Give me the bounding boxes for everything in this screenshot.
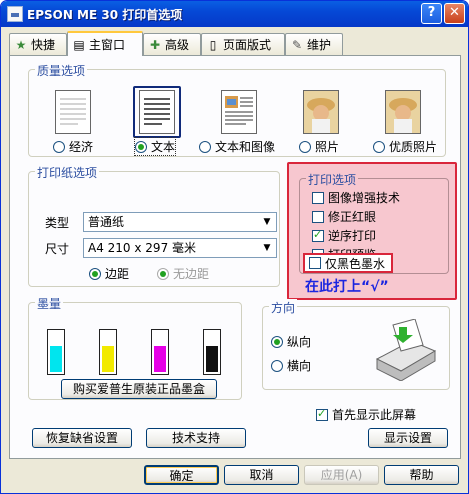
economy-doc-icon bbox=[60, 98, 86, 125]
landscape-radio[interactable]: 横向 bbox=[271, 357, 311, 374]
black-ink-cartridge bbox=[203, 329, 221, 375]
quality-photo-radio[interactable]: 照片 bbox=[299, 138, 339, 155]
ink-fill bbox=[102, 345, 114, 372]
check-reverse-order[interactable] bbox=[312, 228, 324, 242]
ink-levels-group: 墨量 购买爱普生原装正品墨盒 bbox=[28, 295, 242, 400]
printer-icon bbox=[7, 6, 23, 22]
portrait-radio[interactable]: 纵向 bbox=[271, 333, 311, 350]
radio-text[interactable] bbox=[135, 140, 147, 153]
red-eye-checkbox[interactable]: 修正红眼 bbox=[312, 208, 376, 225]
check-show-first[interactable] bbox=[316, 407, 328, 421]
text-icon[interactable] bbox=[133, 86, 181, 138]
display-settings-button[interactable]: 显示设置 bbox=[368, 428, 448, 448]
radio-best-photo[interactable] bbox=[373, 140, 385, 153]
printer-orientation-icon bbox=[375, 319, 437, 381]
photo-icon[interactable] bbox=[299, 88, 343, 136]
text-image-icon[interactable] bbox=[217, 88, 261, 136]
tab-shortcuts[interactable]: ★ 快捷 bbox=[9, 33, 67, 55]
star-icon: ★ bbox=[15, 37, 27, 52]
quality-best-photo-radio[interactable]: 优质照片 bbox=[373, 138, 437, 155]
text-image-doc-icon bbox=[225, 96, 253, 125]
printer-icon: ▤ bbox=[73, 37, 85, 52]
paper-type-label: 类型 bbox=[45, 216, 70, 230]
annotation-text: 在此打上“√” bbox=[305, 279, 389, 295]
ink-levels-title: 墨量 bbox=[35, 295, 64, 312]
reverse-order-checkbox[interactable]: 逆序打印 bbox=[312, 227, 376, 244]
orientation-group: 方向 纵向 横向 bbox=[262, 299, 450, 390]
check-red-eye[interactable] bbox=[312, 210, 324, 223]
quality-economy-radio[interactable]: 经济 bbox=[53, 138, 93, 155]
radio-text-image[interactable] bbox=[199, 140, 211, 153]
radio-economy[interactable] bbox=[53, 140, 65, 153]
close-button[interactable]: ✕ bbox=[444, 3, 465, 24]
radio-borderless[interactable] bbox=[157, 267, 169, 280]
show-first-checkbox[interactable]: 首先显示此屏幕 bbox=[316, 406, 416, 423]
chevron-down-icon: ▼ bbox=[263, 217, 271, 227]
wrench-icon: ✎ bbox=[291, 37, 303, 52]
quality-title: 质量选项 bbox=[35, 62, 88, 79]
print-options-title: 打印选项 bbox=[306, 171, 359, 188]
radio-portrait[interactable] bbox=[271, 335, 283, 348]
tab-main[interactable]: ▤ 主窗口 bbox=[67, 31, 143, 56]
yellow-ink-cartridge bbox=[99, 329, 117, 375]
ink-fill bbox=[206, 345, 218, 372]
best-photo-icon[interactable] bbox=[381, 88, 425, 136]
tech-support-button[interactable]: 技术支持 bbox=[146, 428, 246, 448]
tab-page-layout[interactable]: ▯ 页面版式 bbox=[201, 33, 285, 55]
paper-options-group: 打印纸选项 类型 普通纸 ▼ 尺寸 A4 210 x 297 毫米 ▼ 边距 无边距 bbox=[28, 164, 280, 287]
paper-options-title: 打印纸选项 bbox=[35, 164, 100, 181]
radio-landscape[interactable] bbox=[271, 359, 283, 372]
ink-fill bbox=[154, 345, 166, 372]
settings-icon: ✚ bbox=[149, 37, 161, 52]
quality-text-image-radio[interactable]: 文本和图像 bbox=[199, 138, 275, 155]
check-black-ink-only[interactable] bbox=[309, 257, 321, 269]
cyan-ink-cartridge bbox=[47, 329, 65, 375]
help-button[interactable]: 帮助 bbox=[384, 465, 459, 485]
check-image-enhance[interactable] bbox=[312, 191, 324, 204]
borderless-radio[interactable]: 无边距 bbox=[157, 265, 209, 282]
best-photo-doc-icon bbox=[389, 98, 417, 133]
ink-fill bbox=[50, 345, 62, 372]
tab-maintenance[interactable]: ✎ 维护 bbox=[285, 33, 343, 55]
photo-doc-icon bbox=[307, 98, 335, 133]
printer-preferences-window: EPSON ME 30 打印首选项 ? ✕ ★ 快捷 ▤ 主窗口 ✚ 高级 ▯ 页面版式… bbox=[0, 0, 469, 494]
quality-group: 质量选项 经济 文本 文本和图像 照片 优质照片 bbox=[28, 62, 446, 157]
cancel-button[interactable]: 取消 bbox=[224, 465, 299, 485]
magenta-ink-cartridge bbox=[151, 329, 169, 375]
quality-text-radio[interactable]: 文本 bbox=[133, 137, 177, 156]
chevron-down-icon: ▼ bbox=[263, 243, 271, 253]
image-enhance-checkbox[interactable]: 图像增强技术 bbox=[312, 189, 400, 206]
restore-defaults-button[interactable]: 恢复缺省设置 bbox=[32, 428, 132, 448]
window-title: EPSON ME 30 打印首选项 bbox=[27, 8, 183, 22]
main-tab-panel: 质量选项 经济 文本 文本和图像 照片 优质照片 打印纸选项 类型 普通纸 ▼ … bbox=[9, 55, 461, 459]
help-title-button[interactable]: ? bbox=[421, 3, 442, 24]
border-radio[interactable]: 边距 bbox=[89, 265, 129, 282]
ok-button[interactable]: 确定 bbox=[144, 465, 219, 485]
title-bar: EPSON ME 30 打印首选项 ? ✕ bbox=[1, 1, 468, 27]
buy-ink-button[interactable]: 购买爱普生原装正品墨盒 bbox=[61, 379, 217, 399]
radio-border[interactable] bbox=[89, 267, 101, 280]
radio-photo[interactable] bbox=[299, 140, 311, 153]
black-ink-only-checkbox[interactable]: 仅黑色墨水 bbox=[303, 253, 394, 273]
apply-button[interactable]: 应用(A) bbox=[304, 465, 379, 485]
paper-size-label: 尺寸 bbox=[45, 242, 70, 256]
paper-type-select[interactable]: 普通纸 ▼ bbox=[83, 212, 277, 232]
tab-advanced[interactable]: ✚ 高级 bbox=[143, 33, 201, 55]
economy-icon[interactable] bbox=[51, 88, 95, 136]
text-doc-icon bbox=[144, 98, 170, 125]
page-icon: ▯ bbox=[209, 37, 217, 52]
paper-size-select[interactable]: A4 210 x 297 毫米 ▼ bbox=[83, 238, 277, 258]
orientation-title: 方向 bbox=[269, 299, 298, 316]
